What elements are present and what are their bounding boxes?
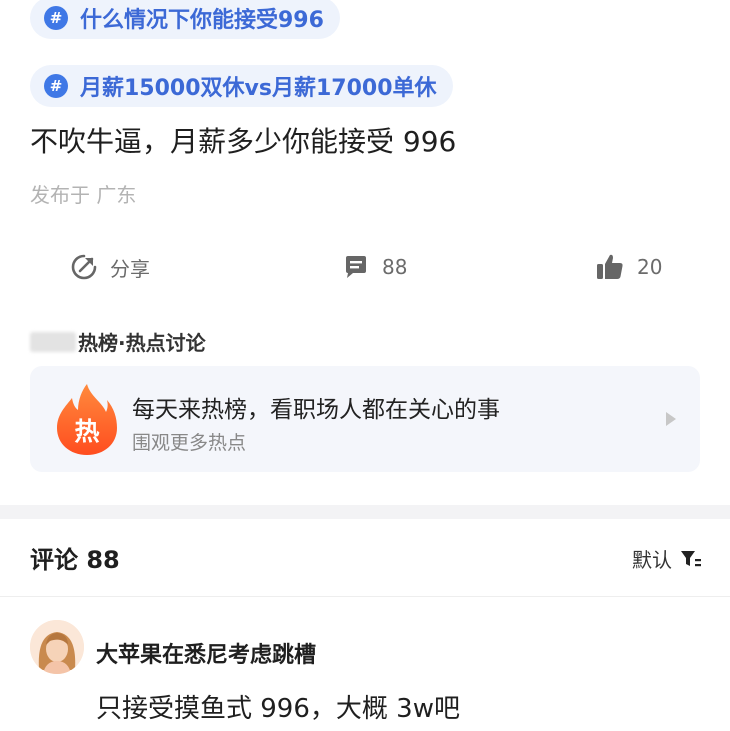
- comments-divider: [0, 596, 730, 597]
- avatar[interactable]: [30, 620, 84, 674]
- sort-dropdown[interactable]: 默认: [632, 544, 702, 573]
- share-button[interactable]: 分享: [70, 250, 150, 284]
- chevron-right-icon: [666, 412, 676, 426]
- comment-icon: [346, 256, 366, 278]
- comment-button[interactable]: 88: [342, 250, 407, 284]
- comments-title: 评论 88: [30, 546, 120, 574]
- like-button[interactable]: 20: [595, 250, 662, 284]
- fire-icon-label: 热: [74, 417, 99, 446]
- topic-tag-label: 月薪15000双休vs月薪17000单休: [80, 76, 437, 101]
- share-label: 分享: [110, 256, 150, 281]
- blurred-brand: [30, 331, 76, 352]
- like-count: 20: [637, 255, 663, 279]
- section-divider: [0, 505, 730, 519]
- avatar-illustration: [30, 620, 84, 674]
- post-location: 发布于 广东: [30, 183, 137, 207]
- hot-card-title: 每天来热榜，看职场人都在关心的事: [132, 397, 500, 423]
- hot-list-header: 热榜·热点讨论: [30, 327, 206, 356]
- topic-tag-label: 什么情况下你能接受996: [80, 8, 324, 33]
- post-text: 不吹牛逼，月薪多少你能接受 996: [30, 125, 457, 158]
- hashtag-icon: #: [44, 6, 68, 30]
- topic-tag-996[interactable]: # 什么情况下你能接受996: [30, 0, 340, 39]
- thumbs-up-icon: [597, 254, 623, 279]
- comment-text: 只接受摸鱼式 996，大概 3w吧: [96, 694, 460, 724]
- hashtag-icon: #: [44, 74, 68, 98]
- hot-card-subtitle: 围观更多热点: [132, 432, 247, 454]
- sort-label: 默认: [632, 548, 672, 572]
- hot-list-card[interactable]: 热 每天来热榜，看职场人都在关心的事 围观更多热点: [30, 366, 700, 472]
- fire-icon: 热: [57, 384, 117, 455]
- comment-count: 88: [382, 255, 408, 279]
- topic-tag-salary[interactable]: # 月薪15000双休vs月薪17000单休: [30, 65, 453, 107]
- filter-icon: [681, 550, 701, 566]
- comment-author[interactable]: 大苹果在悉尼考虑跳槽: [96, 637, 316, 669]
- hot-list-title: 热榜·热点讨论: [78, 331, 206, 355]
- share-icon: [71, 254, 97, 280]
